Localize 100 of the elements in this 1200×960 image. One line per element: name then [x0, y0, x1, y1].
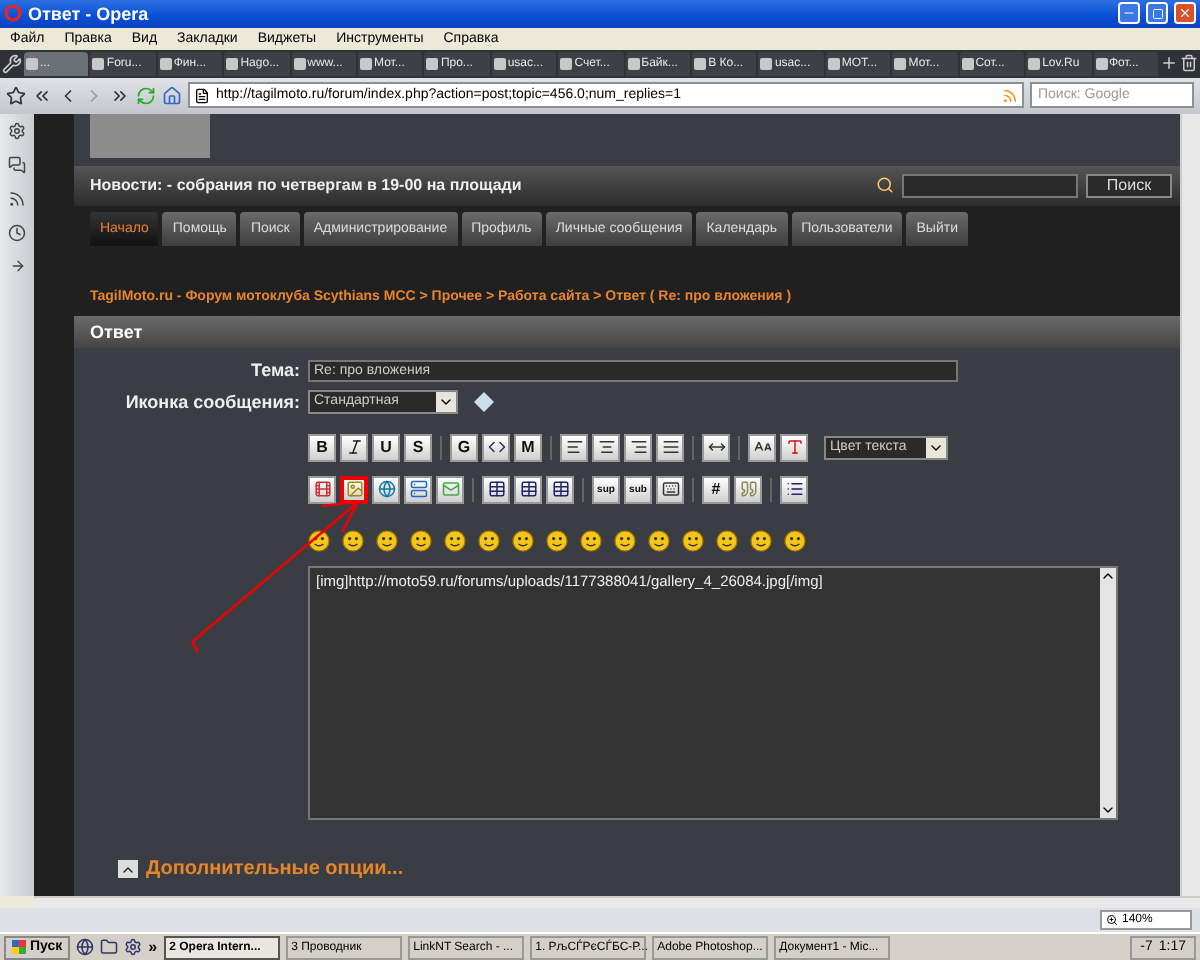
- smiley-icon[interactable]: [512, 529, 534, 552]
- format-button[interactable]: #: [702, 475, 730, 504]
- close-button[interactable]: [1174, 2, 1196, 25]
- format-button[interactable]: G: [450, 433, 478, 462]
- arrow-icon[interactable]: [9, 257, 25, 274]
- horizontal-scrollbar[interactable]: [34, 896, 1200, 909]
- text-color-icon: [785, 438, 803, 457]
- clock-icon[interactable]: [8, 223, 26, 242]
- settings-icon[interactable]: [8, 121, 26, 140]
- smiley-icon[interactable]: [580, 529, 602, 552]
- format-button[interactable]: [372, 475, 400, 504]
- smiley-icon[interactable]: [648, 529, 670, 552]
- favicon-icon: [1095, 57, 1107, 70]
- favicon-icon: [226, 57, 239, 70]
- format-button[interactable]: M: [514, 433, 542, 462]
- format-button[interactable]: [546, 475, 574, 504]
- fast-forward-icon[interactable]: [110, 85, 130, 106]
- bookmark-star-icon[interactable]: [6, 85, 26, 106]
- rewind-icon[interactable]: [32, 85, 52, 106]
- favicon-icon: [894, 57, 907, 70]
- align-center-icon: [597, 438, 615, 457]
- more-arrow[interactable]: »: [148, 938, 158, 957]
- favicon-icon: [360, 57, 373, 70]
- search-input[interactable]: [902, 173, 1078, 198]
- home-icon[interactable]: [162, 85, 182, 106]
- code-icon: [487, 438, 505, 457]
- favicon-icon: [560, 57, 573, 70]
- align-right-icon: [629, 438, 647, 457]
- smiley-icon[interactable]: [410, 529, 432, 552]
- favicon-icon: [26, 57, 38, 70]
- format-button[interactable]: S: [404, 433, 432, 462]
- list-icon: [785, 480, 803, 499]
- smiley-icon[interactable]: [444, 529, 466, 552]
- smiley-icon[interactable]: [716, 529, 738, 552]
- folder-icon[interactable]: [100, 938, 119, 957]
- align-justify-icon: [661, 438, 679, 457]
- subject-label: Тема:: [251, 360, 300, 381]
- page-scrollbar[interactable]: [1180, 113, 1200, 897]
- table-icon: [519, 480, 537, 499]
- favicon-icon: [1028, 57, 1041, 70]
- table-icon: [487, 480, 505, 499]
- zoom-icon: [1106, 914, 1118, 927]
- smiley-icon[interactable]: [784, 529, 806, 552]
- message-icon-label: Иконка сообщения:: [125, 391, 300, 412]
- diamond-icon: [474, 391, 494, 412]
- chat-icon[interactable]: [8, 155, 26, 174]
- smiley-icon[interactable]: [342, 529, 364, 552]
- format-button[interactable]: [734, 475, 762, 504]
- format-button[interactable]: [780, 475, 808, 504]
- textarea-scrollbar[interactable]: [1100, 567, 1116, 818]
- format-button[interactable]: [404, 475, 432, 504]
- format-button[interactable]: [340, 475, 368, 504]
- format-button[interactable]: [436, 475, 464, 504]
- smiley-icon[interactable]: [682, 529, 704, 552]
- more-options-link[interactable]: Дополнительные опции...: [146, 858, 404, 881]
- news-text: Новости: - собрания по четвергам в 19-00 на площади: [90, 176, 524, 195]
- format-button[interactable]: [780, 433, 808, 462]
- tools-icon[interactable]: [2, 53, 22, 74]
- globe-icon: [377, 480, 395, 499]
- maximize-button[interactable]: [1146, 2, 1168, 25]
- window-title: Ответ - Opera: [28, 3, 151, 24]
- trash-icon[interactable]: [1179, 54, 1198, 73]
- panel-title: Ответ: [74, 315, 1180, 348]
- table-icon: [551, 480, 569, 499]
- favicon-icon: [627, 57, 640, 70]
- format-button[interactable]: [702, 433, 730, 462]
- smiley-icon[interactable]: [376, 529, 398, 552]
- settings-icon[interactable]: [124, 938, 143, 957]
- quote-icon: [739, 480, 757, 499]
- smiley-icon[interactable]: [614, 529, 636, 552]
- expand-icon[interactable]: [118, 860, 138, 879]
- image-icon: [345, 480, 363, 499]
- format-button[interactable]: [340, 433, 368, 462]
- align-left-icon: [565, 438, 583, 457]
- format-button[interactable]: [592, 433, 620, 462]
- favicon-icon: [426, 57, 439, 70]
- smiley-icon[interactable]: [546, 529, 568, 552]
- feed-icon[interactable]: [8, 189, 26, 208]
- search-button[interactable]: Поиск: [1086, 173, 1172, 198]
- minimize-button[interactable]: [1118, 2, 1140, 25]
- favicon-icon: [293, 57, 306, 70]
- smiley-icon[interactable]: [478, 529, 500, 552]
- format-button[interactable]: [482, 433, 510, 462]
- format-button[interactable]: B: [308, 433, 336, 462]
- format-button[interactable]: U: [372, 433, 400, 462]
- format-button[interactable]: [482, 475, 510, 504]
- format-button[interactable]: [656, 475, 684, 504]
- server-icon: [409, 480, 427, 499]
- format-button[interactable]: [308, 475, 336, 504]
- format-button[interactable]: [560, 433, 588, 462]
- smiley-icon[interactable]: [750, 529, 772, 552]
- format-button[interactable]: [656, 433, 684, 462]
- globe-icon[interactable]: [76, 938, 95, 957]
- format-button[interactable]: [514, 475, 542, 504]
- favicon-icon: [159, 57, 172, 70]
- smiley-icon[interactable]: [308, 529, 330, 552]
- favicon-icon: [961, 57, 974, 70]
- new-tab-icon[interactable]: [1159, 54, 1178, 73]
- format-button[interactable]: [748, 433, 776, 462]
- format-button[interactable]: [624, 433, 652, 462]
